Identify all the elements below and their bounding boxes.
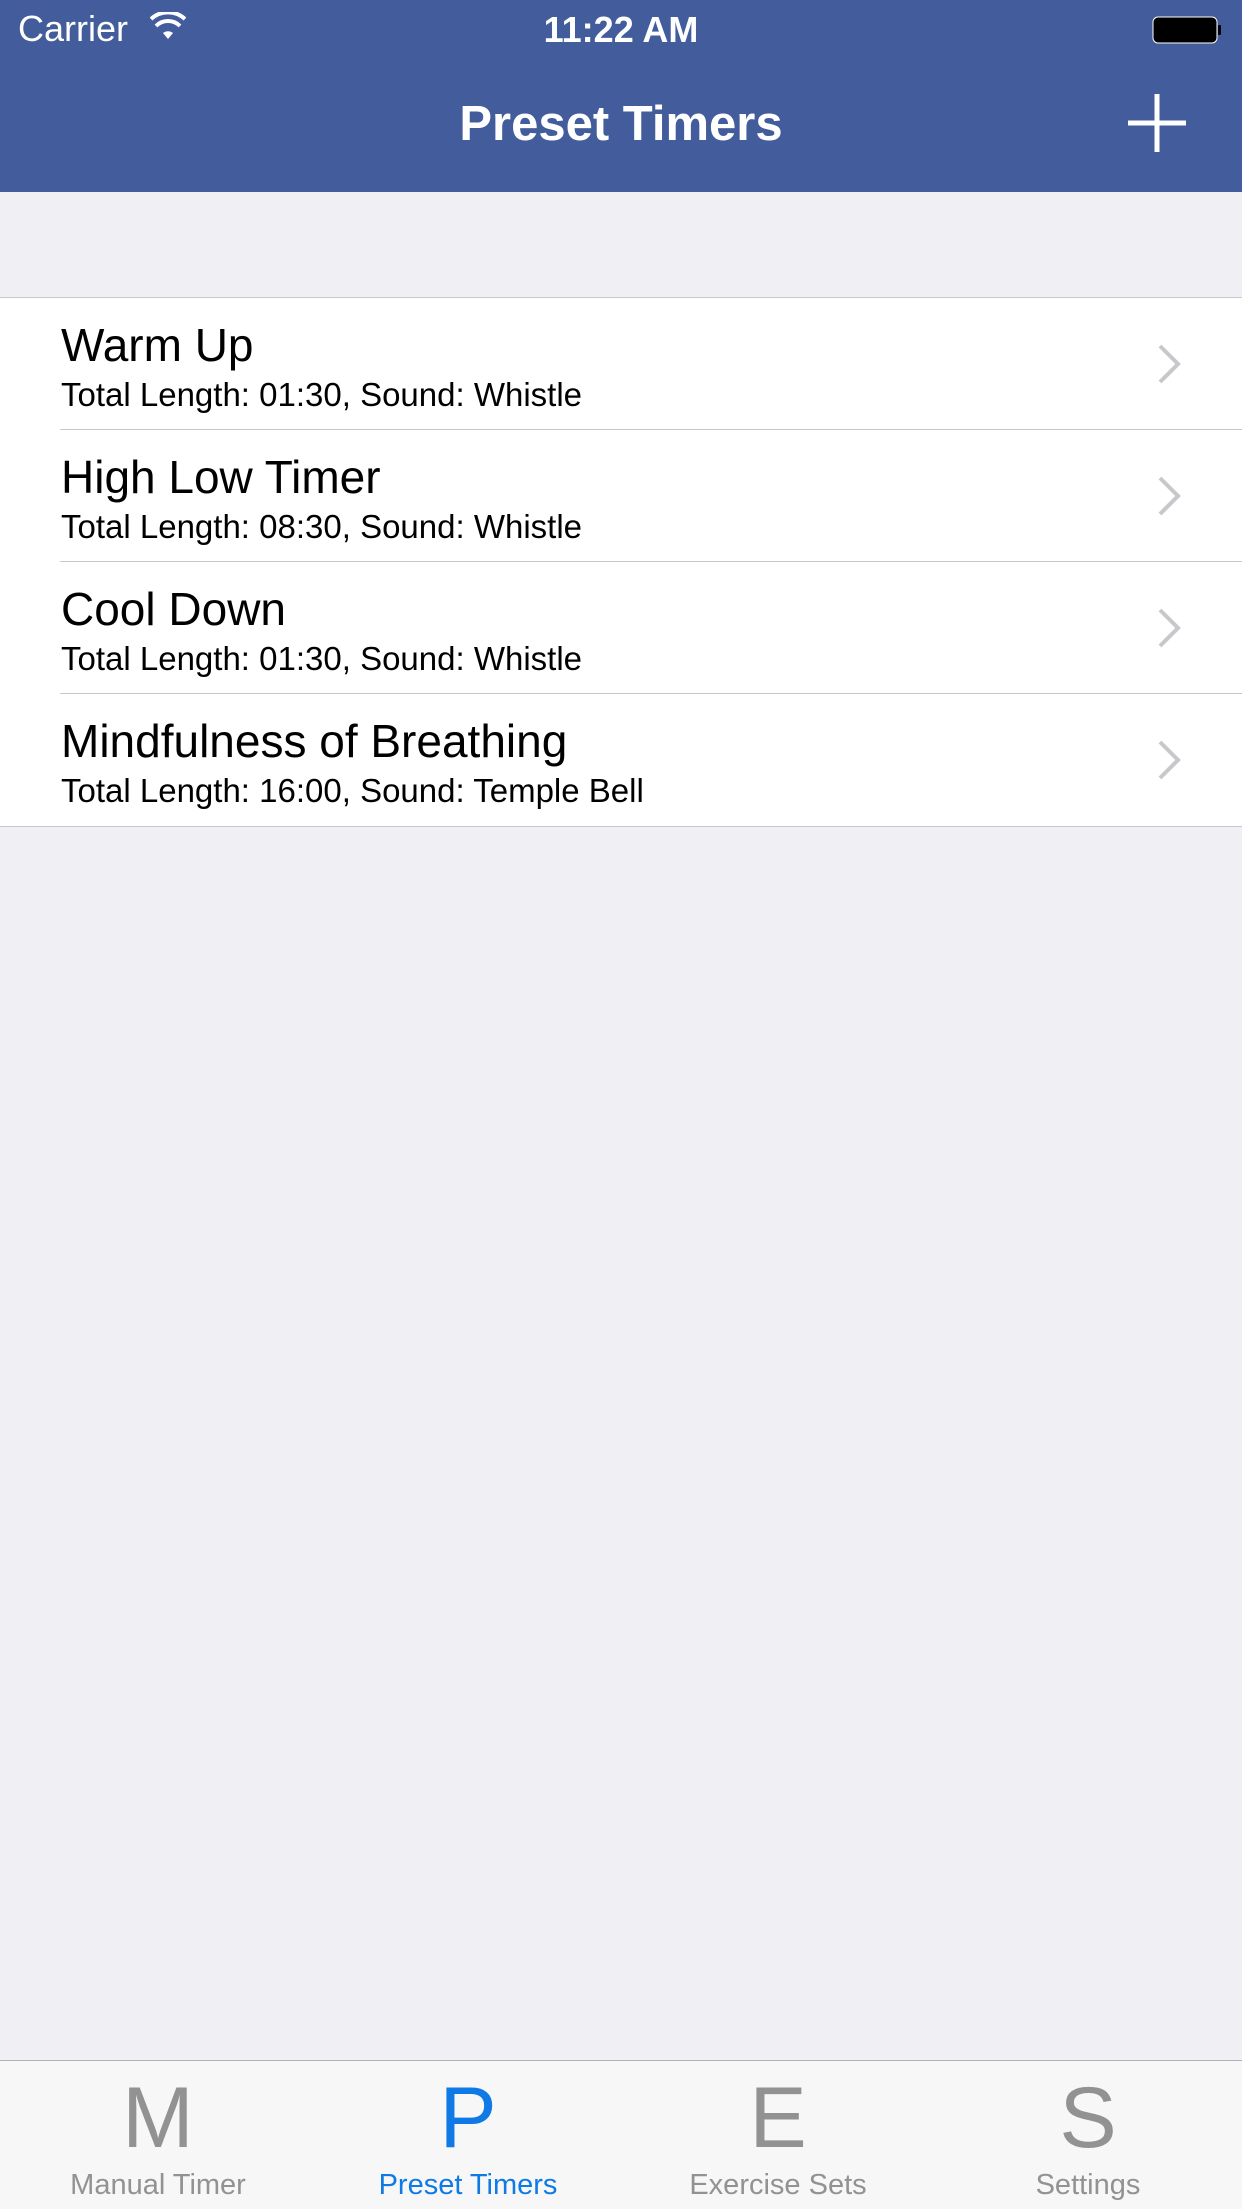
timer-title: Mindfulness of Breathing [61,715,568,767]
chevron-right-icon [1158,476,1181,516]
timer-title: Cool Down [61,583,286,635]
tab-preset-timers[interactable]: P Preset Timers [313,2061,623,2209]
status-bar: Carrier 11:22 AM [0,0,1242,60]
tab-label: Settings [1035,2169,1141,2201]
tab-bar: M Manual Timer P Preset Timers E Exercise Set… [0,2060,1242,2209]
battery-icon [1152,16,1221,44]
tab-settings[interactable]: S Settings [933,2061,1242,2209]
chevron-right-icon [1158,608,1181,648]
tab-icon: P [439,2070,497,2166]
timer-title: Warm Up [61,319,254,371]
timer-details: Total Length: 08:30, Sound: Whistle [61,508,583,545]
timer-details: Total Length: 16:00, Sound: Temple Bell [61,772,644,809]
timer-title: High Low Timer [61,451,381,503]
tab-icon: M [122,2070,194,2166]
timer-details: Total Length: 01:30, Sound: Whistle [61,640,583,677]
timer-details: Total Length: 01:30, Sound: Whistle [61,376,583,413]
timer-row[interactable]: Mindfulness of Breathing Total Length: 16… [0,694,1242,826]
preset-timer-list: Warm Up Total Length: 01:30, Sound: Whist… [0,297,1242,827]
chevron-right-icon [1158,740,1181,780]
status-time: 11:22 AM [543,9,699,50]
timer-row[interactable]: High Low Timer Total Length: 08:30, Sound… [0,430,1242,562]
chevron-right-icon [1158,344,1181,384]
tab-manual-timer[interactable]: M Manual Timer [3,2061,313,2209]
tab-label: Manual Timer [70,2169,246,2201]
tab-icon: S [1059,2070,1117,2166]
plus-icon[interactable] [1124,90,1190,156]
timer-row[interactable]: Warm Up Total Length: 01:30, Sound: Whist… [0,298,1242,430]
tab-exercise-sets[interactable]: E Exercise Sets [623,2061,933,2209]
navigation-header: Carrier 11:22 AM Preset Timers [0,0,1242,192]
tab-label: Exercise Sets [689,2169,867,2201]
tab-icon: E [749,2070,807,2166]
tab-label: Preset Timers [378,2169,558,2201]
timer-row[interactable]: Cool Down Total Length: 01:30, Sound: Whi… [0,562,1242,694]
page-title: Preset Timers [459,97,783,151]
